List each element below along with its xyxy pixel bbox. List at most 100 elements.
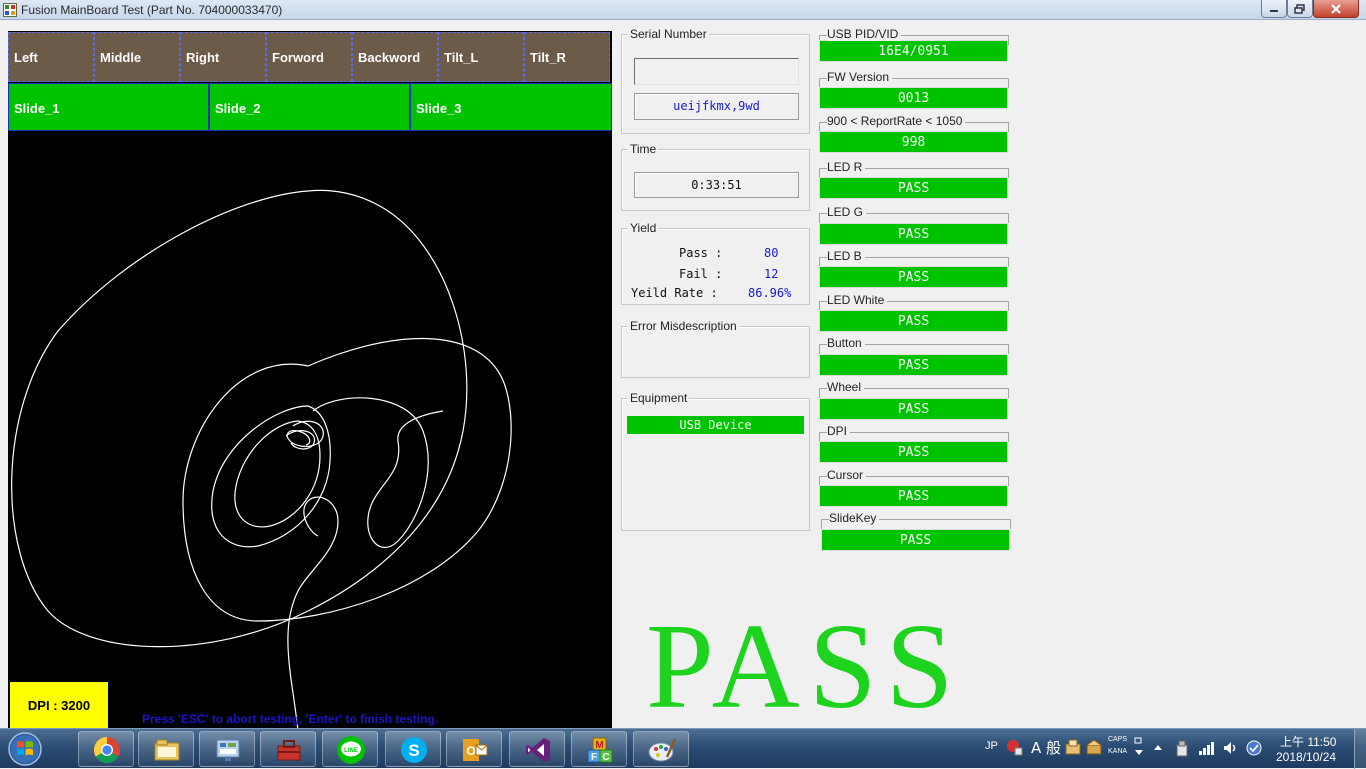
usb-device-icon[interactable] [1174, 740, 1190, 758]
taskbar-file-explorer[interactable] [138, 731, 194, 767]
toolbox-icon [277, 740, 301, 761]
field-cursor: Cursor PASS [819, 468, 1009, 507]
serial-number-group: Serial Number ueijfkmx,9wd [621, 27, 810, 134]
maximize-button[interactable] [1287, 0, 1313, 18]
svg-text:F: F [591, 752, 597, 763]
close-icon [1331, 3, 1341, 14]
close-button[interactable] [1313, 0, 1359, 18]
clock-date[interactable]: 2018/10/24 [1276, 750, 1336, 764]
yield-rate-value: 86.96% [748, 286, 792, 300]
field-value: PASS [819, 177, 1008, 199]
restore-icon [1294, 3, 1305, 14]
pass-count-value: 80 [764, 246, 779, 260]
start-button[interactable] [4, 731, 46, 767]
taskbar-outlook[interactable]: O [446, 731, 502, 767]
svg-text:LINE: LINE [344, 748, 358, 754]
ime-dictionary-icon[interactable] [1064, 738, 1082, 756]
yield-rate-label: Yeild Rate : [631, 286, 718, 300]
field-value: 16E4/0951 [819, 40, 1008, 62]
pass-count-label: Pass : [679, 246, 723, 260]
field-label: Button [827, 336, 865, 350]
time-group: Time 0:33:51 [621, 142, 810, 211]
field-label: DPI [827, 424, 851, 438]
error-legend: Error Misdescription [628, 319, 739, 333]
ime-mode-indicator[interactable]: A 般 [1031, 737, 1061, 758]
svg-text:O: O [466, 744, 475, 758]
field-report-rate: 900 < ReportRate < 1050 998 [819, 114, 1009, 153]
taskbar-paint[interactable] [633, 731, 689, 767]
field-value: PASS [819, 266, 1008, 288]
overall-result: PASS [646, 599, 963, 734]
field-value: 998 [819, 131, 1008, 153]
fail-count-value: 12 [764, 267, 779, 281]
time-legend: Time [628, 142, 659, 156]
field-label: SlideKey [829, 511, 880, 525]
tracking-canvas[interactable]: Left Middle Right Forword Backword Tilt_… [8, 31, 612, 728]
clock-time[interactable]: 上午 11:50 [1280, 733, 1336, 750]
serial-number-legend: Serial Number [628, 27, 709, 41]
taskbar-mfc[interactable]: M F C [571, 731, 627, 767]
field-wheel: Wheel PASS [819, 380, 1009, 420]
taskbar-visual-studio[interactable] [509, 731, 565, 767]
serial-number-text: ueijfkmx,9wd [673, 99, 760, 113]
window-title: Fusion MainBoard Test (Part No. 70400003… [21, 3, 283, 17]
field-led-r: LED R PASS [819, 160, 1009, 199]
language-indicator[interactable]: JP [985, 740, 998, 752]
field-button: Button PASS [819, 336, 1009, 376]
title-bar: Fusion MainBoard Test (Part No. 70400003… [0, 0, 1366, 20]
field-label: Wheel [827, 380, 865, 394]
field-led-white: LED White PASS [819, 293, 1009, 332]
paint-icon [648, 738, 677, 762]
cursor-trace [11, 189, 512, 728]
field-usb-pid-vid: USB PID/VID 16E4/0951 [819, 27, 1009, 63]
field-label: FW Version [827, 70, 893, 84]
field-value: PASS [819, 398, 1008, 420]
show-hidden-icons-icon[interactable] [1153, 743, 1163, 751]
equipment-status: USB Device [627, 416, 804, 434]
fail-count-label: Fail : [679, 267, 723, 281]
ime-pad-icon[interactable] [1005, 738, 1023, 756]
field-dpi: DPI PASS [819, 424, 1009, 463]
svg-text:C: C [602, 752, 609, 763]
field-label: Cursor [827, 468, 867, 482]
ime-tools-icon[interactable] [1085, 738, 1103, 756]
svg-text:M: M [595, 740, 603, 751]
outlook-icon: O [463, 739, 488, 761]
taskbar-toolbox[interactable] [260, 731, 316, 767]
ime-options-icon[interactable] [1133, 737, 1145, 759]
action-center-icon[interactable] [1245, 739, 1263, 757]
network-signal-icon[interactable] [1198, 740, 1216, 756]
taskbar-skype[interactable]: S [385, 731, 441, 767]
taskbar-chrome[interactable] [78, 731, 134, 767]
field-slidekey: SlideKey PASS [821, 511, 1011, 551]
serial-number-input[interactable] [634, 58, 799, 85]
minimize-button[interactable] [1261, 0, 1287, 18]
field-label: LED R [827, 160, 866, 174]
line-icon: LINE [337, 736, 365, 764]
field-label: LED White [827, 293, 888, 307]
field-led-g: LED G PASS [819, 205, 1009, 245]
time-value: 0:33:51 [634, 172, 799, 198]
instruction-text: Press 'ESC' to abort testing, 'Enter' to… [142, 712, 439, 726]
field-fw-version: FW Version 0013 [819, 70, 1009, 109]
mfc-icon: M F C [587, 737, 613, 763]
app-icon [3, 3, 17, 17]
show-desktop-button[interactable] [1354, 729, 1366, 769]
field-value: PASS [819, 310, 1008, 332]
field-label: USB PID/VID [827, 27, 902, 41]
visual-studio-icon [526, 738, 550, 762]
serial-number-value: ueijfkmx,9wd [634, 93, 799, 120]
taskbar-control-panel[interactable] [199, 731, 255, 767]
equipment-status-text: USB Device [679, 418, 752, 432]
field-label: LED B [827, 249, 865, 263]
field-label: 900 < ReportRate < 1050 [827, 114, 966, 128]
field-value: PASS [819, 223, 1008, 245]
equipment-group: Equipment USB Device [621, 391, 810, 531]
field-led-b: LED B PASS [819, 249, 1009, 288]
svg-text:S: S [408, 741, 419, 760]
taskbar-line[interactable]: LINE [322, 731, 378, 767]
volume-icon[interactable] [1222, 740, 1240, 756]
caps-indicator: CAPS [1108, 736, 1128, 743]
field-value: PASS [819, 485, 1008, 507]
yield-group: Yield Pass : 80 Fail : 12 Yeild Rate : 8… [621, 221, 810, 305]
